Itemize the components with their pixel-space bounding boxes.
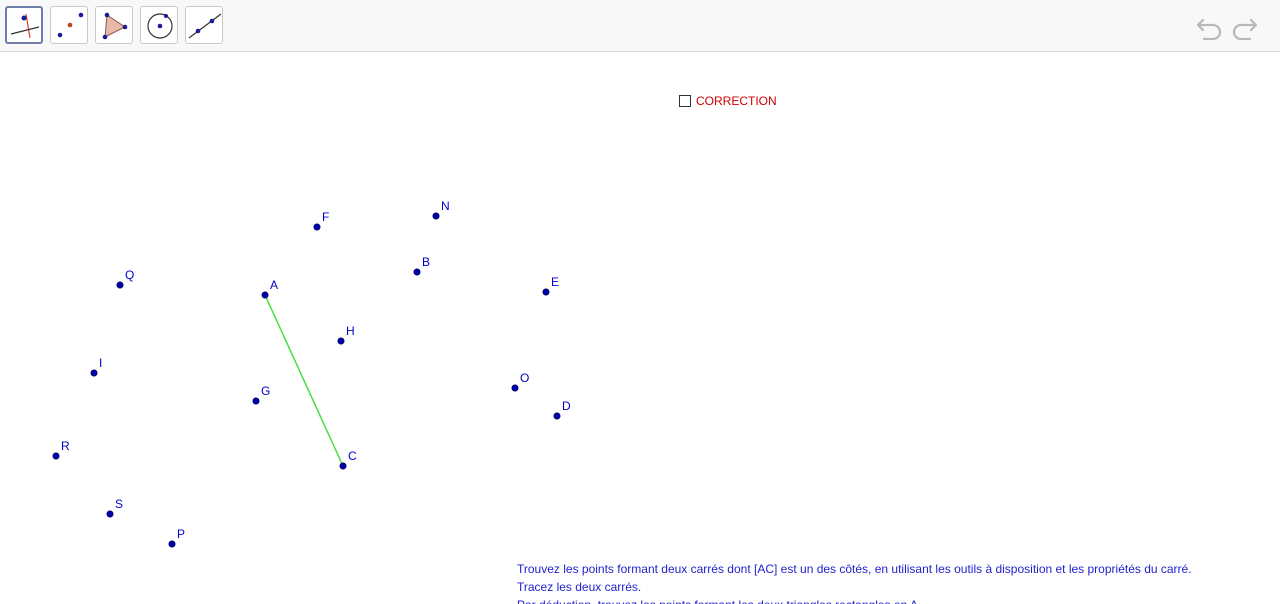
move-tool-button[interactable] [5, 6, 43, 44]
point-label-h: H [346, 324, 355, 338]
point-tool-icon [57, 12, 84, 38]
point-s[interactable] [106, 510, 114, 518]
redo-button[interactable] [1230, 14, 1260, 41]
point-label-d: D [562, 399, 571, 413]
point-i[interactable] [90, 369, 98, 377]
correction-checkbox-group[interactable]: CORRECTION [679, 93, 777, 109]
point-h[interactable] [337, 337, 345, 345]
point-c[interactable] [339, 462, 347, 470]
circle-tool-button[interactable] [140, 6, 178, 44]
circle-tool-icon [147, 13, 173, 39]
polygon-tool-button[interactable] [95, 6, 133, 44]
instruction-line: Tracez les deux carrés. [517, 580, 642, 594]
line-tool-icon [188, 13, 222, 39]
point-r[interactable] [52, 452, 60, 460]
instruction-line: Par déduction, trouvez les points forman… [517, 596, 1257, 604]
point-label-r: R [61, 439, 70, 453]
point-label-o: O [520, 371, 529, 385]
toolbar [0, 0, 1280, 52]
point-g[interactable] [252, 397, 260, 405]
segment-ac[interactable] [264, 294, 344, 467]
point-label-g: G [261, 384, 270, 398]
point-o[interactable] [511, 384, 519, 392]
correction-checkbox[interactable] [679, 95, 691, 107]
point-p[interactable] [168, 540, 176, 548]
point-f[interactable] [313, 223, 321, 231]
redo-icon [1232, 18, 1258, 41]
point-b[interactable] [413, 268, 421, 276]
point-label-f: F [322, 210, 329, 224]
point-label-s: S [115, 497, 123, 511]
point-tool-button[interactable] [50, 6, 88, 44]
point-d[interactable] [553, 412, 561, 420]
point-label-p: P [177, 527, 185, 541]
point-q[interactable] [116, 281, 124, 289]
point-label-i: I [99, 356, 102, 370]
move-tool-icon [10, 13, 40, 39]
point-label-n: N [441, 199, 450, 213]
point-label-c: C [348, 449, 357, 463]
point-label-e: E [551, 275, 559, 289]
line-tool-button[interactable] [185, 6, 223, 44]
point-e[interactable] [542, 288, 550, 296]
point-label-b: B [422, 255, 430, 269]
point-a[interactable] [261, 291, 269, 299]
point-n[interactable] [432, 212, 440, 220]
point-label-q: Q [125, 268, 134, 282]
geogebra-app: F N Q B A E H I O G D R C S P CORRECTION Trouvez les p… [0, 0, 1280, 604]
geometry-canvas[interactable]: F N Q B A E H I O G D R C S P [0, 53, 1280, 604]
correction-label: CORRECTION [696, 94, 777, 108]
graphics-view[interactable]: F N Q B A E H I O G D R C S P [0, 53, 1280, 604]
instruction-line: Trouvez les points formant deux carrés d… [517, 562, 1192, 576]
instructions-text: Trouvez les points formant deux carrés d… [517, 560, 1257, 604]
undo-icon [1196, 18, 1222, 41]
point-label-a: A [270, 278, 278, 292]
undo-button[interactable] [1194, 14, 1224, 41]
polygon-tool-icon [102, 12, 128, 40]
